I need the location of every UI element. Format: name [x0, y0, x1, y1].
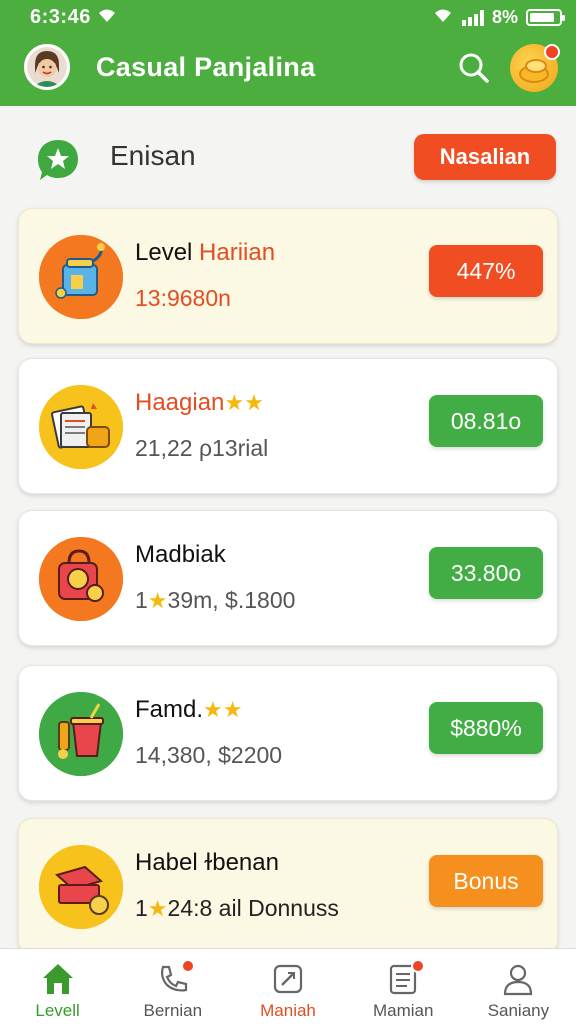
search-icon[interactable] [456, 50, 492, 86]
nav-item-levell[interactable]: Levell [0, 949, 115, 1024]
card-value-button[interactable]: $880% [429, 702, 543, 754]
wifi-icon [96, 6, 118, 29]
app-title: Casual Panjalina [96, 52, 316, 82]
card-subtitle-text: 39m, $.1800 [167, 587, 296, 613]
notification-badge [544, 44, 560, 60]
home-icon [40, 961, 76, 997]
list-card[interactable]: Habel ɫbenan 1★24:8 ail Donnuss Bonus [18, 818, 558, 954]
nav-item-saniany[interactable]: Saniany [461, 949, 576, 1024]
bottom-nav: Levell Bernian Maniah Mamian Saniany [0, 948, 576, 1024]
nav-label: Mamian [372, 1001, 434, 1020]
star-icon: ★ [147, 588, 168, 613]
card-subtitle: 1★24:8 ail Donnuss [135, 895, 339, 922]
avatar[interactable] [24, 44, 70, 90]
card-subtitle-prefix: 1 [135, 895, 148, 921]
gift-bag-icon [39, 537, 123, 621]
card-title: Level Hariian [135, 239, 275, 267]
card-subtitle-text: 13:9680n [135, 285, 231, 311]
card-subtitle: 21,22 ρ13rial [135, 435, 269, 461]
nav-label: Bernian [143, 1001, 203, 1020]
section-action-button[interactable]: Nasalian [414, 134, 556, 180]
chat-star-icon [34, 136, 82, 184]
nav-label: Saniany [487, 1001, 550, 1020]
notification-badge [411, 959, 426, 973]
card-value-button[interactable]: 447% [429, 245, 543, 297]
section-header: Enisan Nasalian [0, 106, 576, 206]
drink-cup-icon [39, 692, 123, 776]
notification-badge [180, 959, 195, 973]
gold-bars-icon [39, 845, 123, 929]
card-subtitle: 14,380, $2200 [135, 742, 283, 768]
card-subtitle: 1★39m, $.1800 [135, 587, 295, 614]
card-title-accent: Hariian [199, 239, 276, 266]
phone-icon [155, 959, 195, 997]
profile-icon [500, 961, 536, 997]
battery-icon [526, 9, 565, 26]
card-title: Madbiak [135, 541, 226, 568]
wifi-icon [432, 6, 454, 29]
signal-icon [461, 9, 484, 26]
list-icon [385, 959, 426, 997]
card-title: Haagian★★ [135, 389, 264, 417]
edit-icon [270, 961, 306, 997]
battery-percent: 8% [491, 7, 518, 27]
nav-item-mamian[interactable]: Mamian [346, 949, 461, 1024]
card-value-button[interactable]: 08.81o [429, 395, 543, 447]
card-subtitle: 13:9680n [135, 285, 231, 312]
nav-item-maniah[interactable]: Maniah [230, 949, 345, 1024]
star-icon: ★★ [224, 390, 264, 415]
status-indicators: 8% [432, 6, 565, 29]
card-subtitle-prefix: 1 [135, 587, 148, 613]
card-title-text: Haagian [135, 389, 225, 416]
status-time: 6:3:46 [30, 6, 91, 28]
star-icon: ★★ [203, 697, 243, 722]
card-value-button[interactable]: 33.80o [429, 547, 543, 599]
paint-bucket-icon [39, 235, 123, 319]
list-card[interactable]: Famd.★★ 14,380, $2200 $880% [18, 665, 558, 801]
nav-item-bernian[interactable]: Bernian [115, 949, 230, 1024]
status-bar: 6:3:46 8% [0, 0, 576, 34]
list-card[interactable]: Haagian★★ 21,22 ρ13rial 08.81o [18, 358, 558, 494]
card-title: Famd.★★ [135, 696, 242, 724]
card-subtitle-text: 24:8 ail Donnuss [167, 895, 339, 921]
list-card[interactable]: Level Hariian 13:9680n 447% [18, 208, 558, 344]
app-header: 6:3:46 8% Casual Panjalina [0, 0, 576, 106]
nav-label: Maniah [260, 1001, 316, 1020]
card-title-text: Famd. [135, 696, 204, 723]
documents-icon [39, 385, 123, 469]
nav-label: Levell [35, 1001, 80, 1020]
star-icon: ★ [147, 896, 168, 921]
card-title: Habel ɫbenan [135, 849, 279, 876]
bonus-button[interactable]: Bonus [429, 855, 543, 907]
list-card[interactable]: Madbiak 1★39m, $.1800 33.80o [18, 510, 558, 646]
section-title: Enisan [110, 140, 196, 171]
card-title-text: Level [135, 239, 200, 266]
coins-icon[interactable] [510, 44, 560, 92]
